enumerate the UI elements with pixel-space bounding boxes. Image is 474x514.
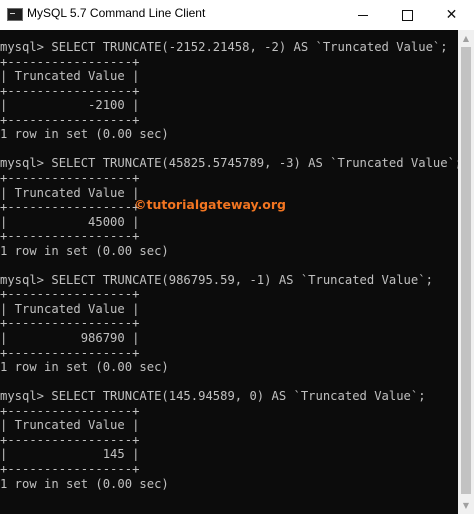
close-icon: ✕ xyxy=(445,7,458,23)
window-title: MySQL 5.7 Command Line Client xyxy=(27,6,206,20)
maximize-button[interactable] xyxy=(385,0,430,30)
scroll-thumb[interactable] xyxy=(461,47,471,494)
close-button[interactable]: ✕ xyxy=(429,0,474,30)
scroll-down-icon[interactable]: ▼ xyxy=(458,497,474,514)
title-bar[interactable]: MySQL 5.7 Command Line Client ✕ xyxy=(0,0,474,30)
console-output[interactable]: mysql> SELECT TRUNCATE(-2152.21458, -2) … xyxy=(0,30,458,514)
result-status-line: 1 row in set (0.00 sec) xyxy=(0,476,169,491)
scroll-up-icon[interactable]: ▲ xyxy=(458,30,474,47)
result-status-line: 1 row in set (0.00 sec) xyxy=(0,243,169,258)
result-status-line: 1 row in set (0.00 sec) xyxy=(0,360,169,375)
watermark: ©tutorialgateway.org xyxy=(134,197,286,212)
minimize-icon xyxy=(357,14,368,16)
maximize-icon xyxy=(402,9,413,21)
result-status-line: 1 row in set (0.00 sec) xyxy=(0,127,169,142)
minimize-button[interactable] xyxy=(340,0,385,30)
console-app-icon[interactable] xyxy=(7,8,23,21)
vertical-scrollbar[interactable]: ▲ ▼ xyxy=(458,30,474,514)
mysql-client-window: MySQL 5.7 Command Line Client ✕ mysql> S… xyxy=(0,0,474,514)
